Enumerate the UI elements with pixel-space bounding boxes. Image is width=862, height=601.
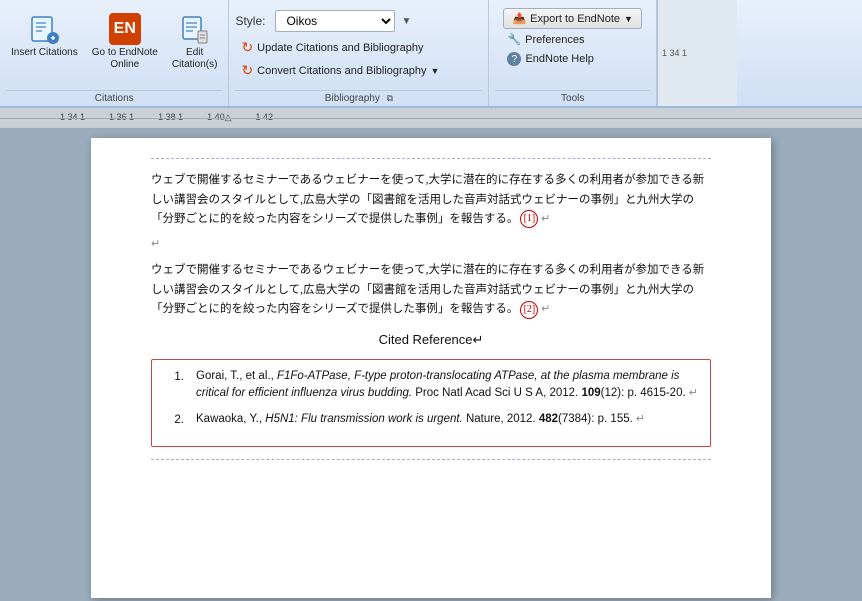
export-dropdown-icon: ▼ bbox=[624, 14, 633, 24]
bottom-margin-line bbox=[151, 459, 711, 460]
style-label: Style: bbox=[235, 14, 265, 28]
paragraph-2: ウェブで開催するセミナーであるウェビナーを使って,大学に潜在的に存在する多くの利… bbox=[151, 261, 711, 320]
paragraph-1: ウェブで開催するセミナーであるウェビナーを使って,大学に潜在的に存在する多くの利… bbox=[151, 171, 711, 230]
ref-2-num: 2. bbox=[164, 411, 184, 429]
convert-icon: ↻ bbox=[241, 62, 253, 79]
convert-citations-label: Convert Citations and Bibliography bbox=[257, 65, 426, 77]
export-label: Export to EndNote bbox=[530, 13, 620, 25]
ribbon: Insert Citations EN Go to EndNoteOnline bbox=[0, 0, 862, 108]
preferences-button[interactable]: 🔧 Preferences bbox=[503, 31, 642, 48]
style-select[interactable]: Oikos bbox=[275, 10, 395, 32]
edit-citations-label: EditCitation(s) bbox=[172, 47, 218, 71]
preferences-icon: 🔧 bbox=[507, 33, 521, 46]
ruler-right: 1 34 1 bbox=[657, 0, 737, 106]
insert-citations-icon bbox=[26, 11, 62, 47]
export-to-endnote-button[interactable]: 📤 Export to EndNote ▼ bbox=[503, 8, 642, 29]
ref-1-num: 1. bbox=[164, 368, 184, 404]
citations-group-label: Citations bbox=[6, 90, 222, 106]
preferences-label: Preferences bbox=[525, 34, 584, 46]
go-to-endnote-online-button[interactable]: EN Go to EndNoteOnline bbox=[87, 8, 163, 74]
help-icon: ? bbox=[507, 52, 521, 66]
citation-2: [2] bbox=[520, 301, 538, 319]
edit-citations-button[interactable]: EditCitation(s) bbox=[167, 8, 223, 74]
edit-citations-icon bbox=[177, 11, 213, 47]
insert-citations-label: Insert Citations bbox=[11, 47, 78, 59]
references-box: 1. Gorai, T., et al., F1Fo-ATPase, F-typ… bbox=[151, 359, 711, 447]
document-area: ウェブで開催するセミナーであるウェビナーを使って,大学に潜在的に存在する多くの利… bbox=[0, 128, 862, 601]
tools-buttons: 📤 Export to EndNote ▼ 🔧 Preferences ? En… bbox=[495, 4, 650, 72]
paragraph-break-1: ↵ bbox=[151, 236, 711, 254]
reference-1: 1. Gorai, T., et al., F1Fo-ATPase, F-typ… bbox=[164, 368, 698, 404]
bibliography-group: Style: Oikos ▼ ↻ Update Citations and Bi… bbox=[229, 0, 489, 106]
pilcrow-2: ↵ bbox=[538, 303, 550, 315]
top-margin-line bbox=[151, 158, 711, 159]
update-citations-label: Update Citations and Bibliography bbox=[257, 42, 423, 54]
ref-2-content: Kawaoka, Y., H5N1: Flu transmission work… bbox=[196, 411, 698, 429]
document-page: ウェブで開催するセミナーであるウェビナーを使って,大学に潜在的に存在する多くの利… bbox=[91, 138, 771, 598]
ref-1-content: Gorai, T., et al., F1Fo-ATPase, F-type p… bbox=[196, 368, 698, 404]
tools-group-label: Tools bbox=[495, 90, 650, 106]
update-citations-button[interactable]: ↻ Update Citations and Bibliography bbox=[235, 36, 482, 59]
citations-buttons-row: Insert Citations EN Go to EndNoteOnline bbox=[6, 4, 222, 90]
endnote-online-label: Go to EndNoteOnline bbox=[92, 47, 158, 71]
tools-group: 📤 Export to EndNote ▼ 🔧 Preferences ? En… bbox=[489, 0, 657, 106]
convert-dropdown-icon: ▼ bbox=[431, 66, 440, 76]
insert-citations-button[interactable]: Insert Citations bbox=[6, 8, 83, 62]
ref-section-title: Cited Reference↵ bbox=[151, 330, 711, 351]
ruler: 1 34 1 1 36 1 1 38 1 1 40△ 1 42 bbox=[0, 108, 862, 128]
pilcrow-1: ↵ bbox=[538, 213, 550, 225]
export-icon: 📤 bbox=[512, 12, 526, 25]
convert-citations-button[interactable]: ↻ Convert Citations and Bibliography ▼ bbox=[235, 59, 482, 82]
reference-2: 2. Kawaoka, Y., H5N1: Flu transmission w… bbox=[164, 411, 698, 429]
bibliography-group-label: Bibliography ⧉ bbox=[235, 90, 482, 106]
endnote-help-button[interactable]: ? EndNote Help bbox=[503, 50, 642, 68]
endnote-online-icon: EN bbox=[107, 11, 143, 47]
citations-group: Insert Citations EN Go to EndNoteOnline bbox=[0, 0, 229, 106]
update-icon: ↻ bbox=[241, 39, 253, 56]
help-label: EndNote Help bbox=[525, 53, 594, 65]
dropdown-arrow-icon: ▼ bbox=[401, 16, 411, 27]
citation-1: [1] bbox=[520, 210, 538, 228]
